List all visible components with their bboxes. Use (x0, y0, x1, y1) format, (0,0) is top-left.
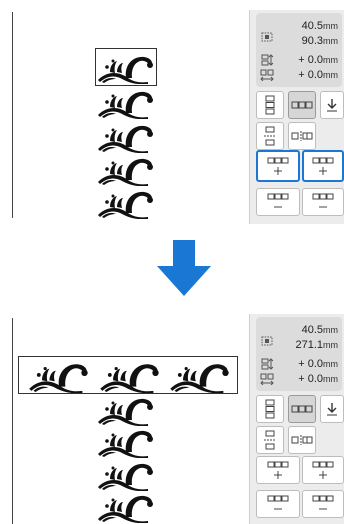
vertical-split-button[interactable] (256, 426, 284, 454)
width-unit: mm (323, 325, 338, 335)
height-row: 271.1mm (256, 338, 342, 352)
embroidery-pattern-motif[interactable] (167, 359, 233, 393)
vertical-repeat-icon (265, 399, 275, 419)
embroidery-pattern-motif[interactable] (96, 459, 156, 491)
offset-y-unit: mm (323, 359, 338, 369)
height-unit: mm (323, 340, 338, 350)
horizontal-split-icon (291, 435, 313, 445)
offset-x-row: + 0.0mm (256, 68, 342, 82)
add-repeat-horizontal-button-2[interactable] (302, 456, 344, 484)
vertical-repeat-button[interactable] (256, 91, 284, 119)
offset-x-unit: mm (323, 374, 338, 384)
offset-x-value: + 0.0 (298, 69, 323, 81)
vertical-repeat-button[interactable] (256, 395, 284, 423)
arrow-down-icon (157, 240, 211, 296)
embroidery-pattern-motif[interactable] (97, 359, 163, 393)
offset-x-unit: mm (323, 70, 338, 80)
add-repeat-icon (312, 157, 334, 175)
horizontal-offset-icon (260, 373, 274, 385)
remove-repeat-button-2[interactable] (302, 188, 344, 216)
height-unit: mm (323, 36, 338, 46)
size-readout: 40.5mm 90.3mm + 0.0mm + 0.0mm (256, 13, 342, 87)
height-value: 90.3 (301, 35, 323, 47)
remove-repeat-icon (267, 193, 289, 208)
horizontal-split-button[interactable] (288, 426, 316, 454)
width-unit: mm (323, 21, 338, 31)
add-repeat-horizontal-button[interactable] (256, 456, 300, 484)
add-repeat-icon (312, 461, 334, 479)
height-row: 90.3mm (256, 34, 342, 48)
add-repeat-horizontal-button[interactable] (256, 150, 300, 182)
offset-x-row: + 0.0mm (256, 372, 342, 386)
width-row: 40.5mm (256, 19, 342, 33)
vertical-repeat-icon (265, 95, 275, 115)
embroidery-pattern-motif[interactable] (26, 359, 92, 393)
embroidery-pattern-motif[interactable] (96, 121, 156, 153)
remove-repeat-button[interactable] (256, 490, 300, 518)
arrow-down-small-icon (327, 403, 337, 416)
add-repeat-horizontal-button-2[interactable] (302, 150, 344, 182)
horizontal-repeat-button[interactable] (288, 395, 316, 423)
offset-y-row: + 0.0mm (256, 357, 342, 371)
canvas-border (12, 318, 13, 524)
embroidery-pattern-motif[interactable] (96, 187, 156, 219)
size-readout: 40.5mm 271.1mm + 0.0mm + 0.0mm (256, 317, 342, 391)
remove-repeat-icon (312, 193, 334, 208)
horizontal-split-icon (291, 131, 313, 141)
vertical-split-button[interactable] (256, 122, 284, 150)
remove-repeat-icon (267, 495, 289, 510)
embroidery-pattern-motif[interactable] (96, 426, 156, 458)
horizontal-repeat-icon (291, 101, 313, 109)
vertical-offset-icon (260, 358, 274, 370)
remove-repeat-button[interactable] (256, 188, 300, 216)
edit-panel: 40.5mm 271.1mm + 0.0mm + 0.0mm (249, 314, 344, 524)
width-value: 40.5 (301, 20, 323, 32)
height-value: 271.1 (295, 339, 323, 351)
embroidery-pattern-motif[interactable] (96, 52, 156, 84)
add-repeat-icon (267, 157, 289, 175)
horizontal-repeat-button[interactable] (288, 91, 316, 119)
vertical-split-icon (264, 430, 276, 450)
remove-repeat-icon (312, 495, 334, 510)
embroidery-pattern-motif[interactable] (96, 491, 156, 523)
vertical-offset-icon (260, 54, 274, 66)
offset-x-value: + 0.0 (298, 373, 323, 385)
add-repeat-icon (267, 461, 289, 479)
embroidery-pattern-motif[interactable] (96, 394, 156, 426)
repeat-down-button[interactable] (320, 91, 344, 119)
horizontal-repeat-icon (291, 405, 313, 413)
remove-repeat-button-2[interactable] (302, 490, 344, 518)
width-value: 40.5 (301, 324, 323, 336)
width-row: 40.5mm (256, 323, 342, 337)
horizontal-offset-icon (260, 69, 274, 81)
embroidery-pattern-motif[interactable] (96, 87, 156, 119)
horizontal-split-button[interactable] (288, 122, 316, 150)
offset-y-value: + 0.0 (298, 54, 323, 66)
vertical-split-icon (264, 126, 276, 146)
canvas-border (12, 12, 13, 218)
bottom-screen: 40.5mm 271.1mm + 0.0mm + 0.0mm (0, 306, 344, 524)
top-screen: 40.5mm 90.3mm + 0.0mm + 0.0mm (0, 0, 344, 228)
offset-y-value: + 0.0 (298, 358, 323, 370)
edit-panel: 40.5mm 90.3mm + 0.0mm + 0.0mm (249, 10, 344, 224)
offset-y-row: + 0.0mm (256, 53, 342, 67)
offset-y-unit: mm (323, 55, 338, 65)
embroidery-pattern-motif[interactable] (96, 154, 156, 186)
arrow-down-small-icon (327, 99, 337, 112)
repeat-down-button[interactable] (320, 395, 344, 423)
